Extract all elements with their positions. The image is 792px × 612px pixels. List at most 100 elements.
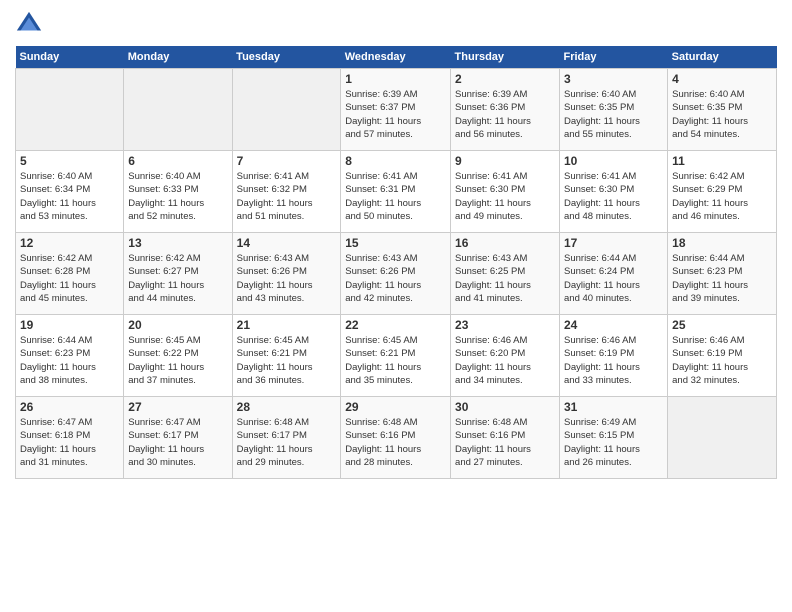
logo [15, 10, 47, 38]
calendar-cell: 18 Sunrise: 6:44 AM Sunset: 6:23 PM Dayli… [668, 233, 777, 315]
day-number: 14 [237, 236, 337, 250]
day-number: 21 [237, 318, 337, 332]
calendar-cell: 2 Sunrise: 6:39 AM Sunset: 6:36 PM Daylig… [451, 69, 560, 151]
day-number: 16 [455, 236, 555, 250]
day-number: 7 [237, 154, 337, 168]
calendar-cell: 21 Sunrise: 6:45 AM Sunset: 6:21 PM Dayli… [232, 315, 341, 397]
day-info: Sunrise: 6:47 AM Sunset: 6:17 PM Dayligh… [128, 416, 227, 469]
day-info: Sunrise: 6:48 AM Sunset: 6:17 PM Dayligh… [237, 416, 337, 469]
day-number: 11 [672, 154, 772, 168]
calendar-cell: 25 Sunrise: 6:46 AM Sunset: 6:19 PM Dayli… [668, 315, 777, 397]
calendar-cell: 1Sunrise: 6:39 AM Sunset: 6:37 PM Daylig… [341, 69, 451, 151]
day-number: 29 [345, 400, 446, 414]
day-number: 23 [455, 318, 555, 332]
calendar-cell: 20 Sunrise: 6:45 AM Sunset: 6:22 PM Dayli… [124, 315, 232, 397]
day-info: Sunrise: 6:46 AM Sunset: 6:19 PM Dayligh… [564, 334, 663, 387]
day-number: 3 [564, 72, 663, 86]
calendar-cell: 9 Sunrise: 6:41 AM Sunset: 6:30 PM Daylig… [451, 151, 560, 233]
day-number: 27 [128, 400, 227, 414]
col-header-saturday: Saturday [668, 46, 777, 69]
day-info: Sunrise: 6:40 AM Sunset: 6:35 PM Dayligh… [564, 88, 663, 141]
day-info: Sunrise: 6:40 AM Sunset: 6:33 PM Dayligh… [128, 170, 227, 223]
day-number: 2 [455, 72, 555, 86]
day-info: Sunrise: 6:44 AM Sunset: 6:24 PM Dayligh… [564, 252, 663, 305]
day-number: 26 [20, 400, 119, 414]
day-number: 12 [20, 236, 119, 250]
calendar-cell: 23 Sunrise: 6:46 AM Sunset: 6:20 PM Dayli… [451, 315, 560, 397]
day-info: Sunrise: 6:43 AM Sunset: 6:26 PM Dayligh… [237, 252, 337, 305]
day-info: Sunrise: 6:42 AM Sunset: 6:28 PM Dayligh… [20, 252, 119, 305]
calendar-cell: 11 Sunrise: 6:42 AM Sunset: 6:29 PM Dayli… [668, 151, 777, 233]
day-info: Sunrise: 6:46 AM Sunset: 6:20 PM Dayligh… [455, 334, 555, 387]
day-info: Sunrise: 6:43 AM Sunset: 6:26 PM Dayligh… [345, 252, 446, 305]
header-row: SundayMondayTuesdayWednesdayThursdayFrid… [16, 46, 777, 69]
calendar-cell: 15Sunrise: 6:43 AM Sunset: 6:26 PM Dayli… [341, 233, 451, 315]
day-number: 28 [237, 400, 337, 414]
day-number: 5 [20, 154, 119, 168]
day-number: 19 [20, 318, 119, 332]
calendar-cell: 30 Sunrise: 6:48 AM Sunset: 6:16 PM Dayli… [451, 397, 560, 479]
col-header-monday: Monday [124, 46, 232, 69]
col-header-wednesday: Wednesday [341, 46, 451, 69]
week-row-4: 26 Sunrise: 6:47 AM Sunset: 6:18 PM Dayli… [16, 397, 777, 479]
calendar-cell: 28 Sunrise: 6:48 AM Sunset: 6:17 PM Dayli… [232, 397, 341, 479]
day-number: 30 [455, 400, 555, 414]
calendar-cell: 8 Sunrise: 6:41 AM Sunset: 6:31 PM Daylig… [341, 151, 451, 233]
day-number: 20 [128, 318, 227, 332]
day-info: Sunrise: 6:39 AM Sunset: 6:36 PM Dayligh… [455, 88, 555, 141]
week-row-1: 5 Sunrise: 6:40 AM Sunset: 6:34 PM Daylig… [16, 151, 777, 233]
calendar-cell: 29Sunrise: 6:48 AM Sunset: 6:16 PM Dayli… [341, 397, 451, 479]
day-info: Sunrise: 6:42 AM Sunset: 6:27 PM Dayligh… [128, 252, 227, 305]
day-info: Sunrise: 6:48 AM Sunset: 6:16 PM Dayligh… [455, 416, 555, 469]
calendar-cell: 27 Sunrise: 6:47 AM Sunset: 6:17 PM Dayli… [124, 397, 232, 479]
day-info: Sunrise: 6:41 AM Sunset: 6:30 PM Dayligh… [455, 170, 555, 223]
day-number: 4 [672, 72, 772, 86]
day-number: 10 [564, 154, 663, 168]
col-header-friday: Friday [560, 46, 668, 69]
day-number: 24 [564, 318, 663, 332]
day-info: Sunrise: 6:41 AM Sunset: 6:31 PM Dayligh… [345, 170, 446, 223]
day-info: Sunrise: 6:47 AM Sunset: 6:18 PM Dayligh… [20, 416, 119, 469]
day-info: Sunrise: 6:42 AM Sunset: 6:29 PM Dayligh… [672, 170, 772, 223]
calendar-cell: 6 Sunrise: 6:40 AM Sunset: 6:33 PM Daylig… [124, 151, 232, 233]
day-number: 31 [564, 400, 663, 414]
logo-icon [15, 10, 43, 38]
calendar-cell: 12 Sunrise: 6:42 AM Sunset: 6:28 PM Dayli… [16, 233, 124, 315]
day-info: Sunrise: 6:46 AM Sunset: 6:19 PM Dayligh… [672, 334, 772, 387]
day-info: Sunrise: 6:41 AM Sunset: 6:30 PM Dayligh… [564, 170, 663, 223]
day-number: 22 [345, 318, 446, 332]
col-header-tuesday: Tuesday [232, 46, 341, 69]
day-number: 18 [672, 236, 772, 250]
calendar-cell: 17Sunrise: 6:44 AM Sunset: 6:24 PM Dayli… [560, 233, 668, 315]
calendar-cell: 10 Sunrise: 6:41 AM Sunset: 6:30 PM Dayli… [560, 151, 668, 233]
calendar-cell: 3 Sunrise: 6:40 AM Sunset: 6:35 PM Daylig… [560, 69, 668, 151]
calendar-cell: 31 Sunrise: 6:49 AM Sunset: 6:15 PM Dayli… [560, 397, 668, 479]
calendar-container: SundayMondayTuesdayWednesdayThursdayFrid… [0, 0, 792, 489]
header [15, 10, 777, 38]
calendar-cell: 16 Sunrise: 6:43 AM Sunset: 6:25 PM Dayli… [451, 233, 560, 315]
day-info: Sunrise: 6:41 AM Sunset: 6:32 PM Dayligh… [237, 170, 337, 223]
day-info: Sunrise: 6:44 AM Sunset: 6:23 PM Dayligh… [672, 252, 772, 305]
calendar-cell [668, 397, 777, 479]
day-info: Sunrise: 6:45 AM Sunset: 6:21 PM Dayligh… [237, 334, 337, 387]
day-info: Sunrise: 6:43 AM Sunset: 6:25 PM Dayligh… [455, 252, 555, 305]
day-number: 1 [345, 72, 446, 86]
day-info: Sunrise: 6:45 AM Sunset: 6:22 PM Dayligh… [128, 334, 227, 387]
day-number: 6 [128, 154, 227, 168]
calendar-cell: 13 Sunrise: 6:42 AM Sunset: 6:27 PM Dayli… [124, 233, 232, 315]
day-info: Sunrise: 6:44 AM Sunset: 6:23 PM Dayligh… [20, 334, 119, 387]
day-number: 9 [455, 154, 555, 168]
calendar-cell: 19 Sunrise: 6:44 AM Sunset: 6:23 PM Dayli… [16, 315, 124, 397]
calendar-cell: 5 Sunrise: 6:40 AM Sunset: 6:34 PM Daylig… [16, 151, 124, 233]
day-number: 13 [128, 236, 227, 250]
col-header-sunday: Sunday [16, 46, 124, 69]
calendar-cell [124, 69, 232, 151]
week-row-0: 1Sunrise: 6:39 AM Sunset: 6:37 PM Daylig… [16, 69, 777, 151]
day-number: 8 [345, 154, 446, 168]
col-header-thursday: Thursday [451, 46, 560, 69]
calendar-table: SundayMondayTuesdayWednesdayThursdayFrid… [15, 46, 777, 479]
calendar-cell: 4Sunrise: 6:40 AM Sunset: 6:35 PM Daylig… [668, 69, 777, 151]
day-info: Sunrise: 6:40 AM Sunset: 6:34 PM Dayligh… [20, 170, 119, 223]
day-info: Sunrise: 6:49 AM Sunset: 6:15 PM Dayligh… [564, 416, 663, 469]
day-number: 25 [672, 318, 772, 332]
